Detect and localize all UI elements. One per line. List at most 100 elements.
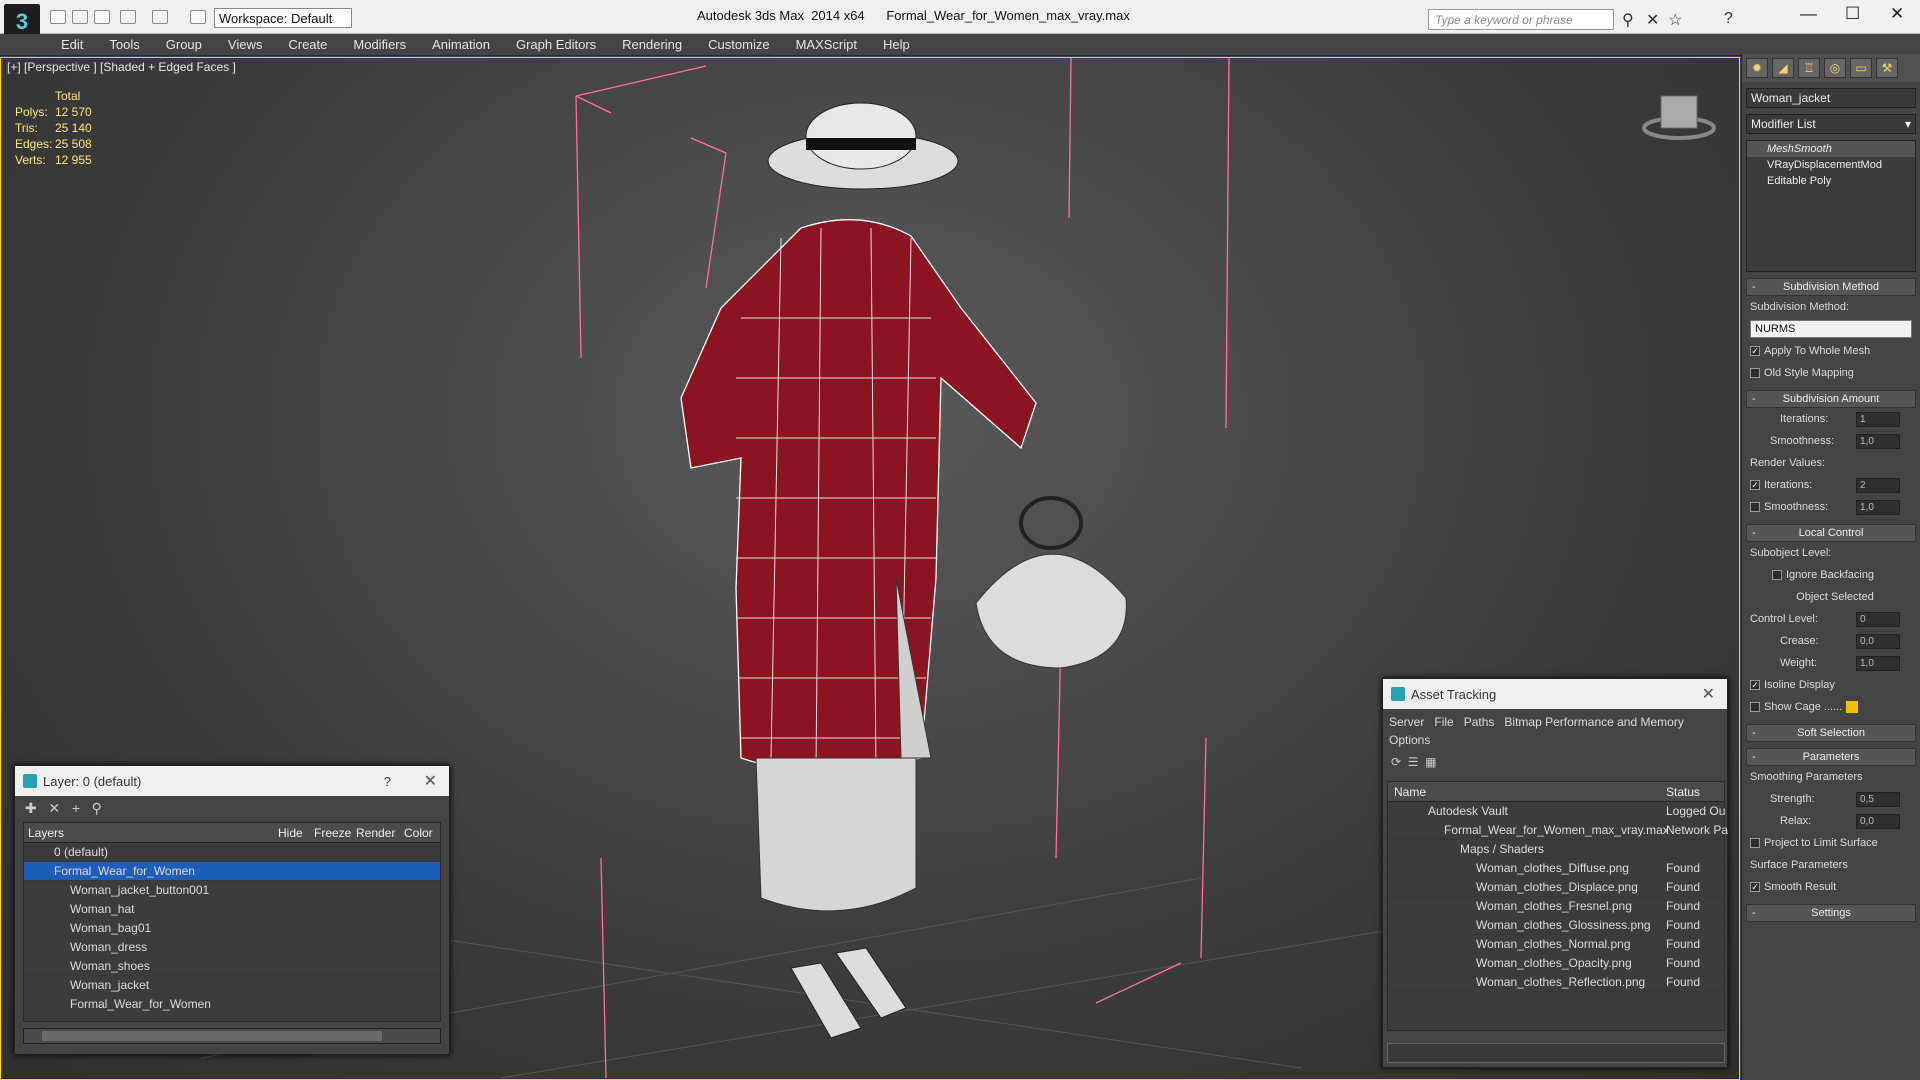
menu-group[interactable]: Group bbox=[153, 37, 215, 52]
delete-layer-icon[interactable]: ✕ bbox=[48, 800, 60, 816]
project-folder-icon[interactable] bbox=[190, 10, 206, 24]
asset-path-field[interactable] bbox=[1387, 1043, 1725, 1063]
layer-row[interactable]: 0 (default) bbox=[24, 843, 440, 862]
iterations-spinner[interactable]: 1 bbox=[1856, 412, 1900, 427]
redo-icon[interactable] bbox=[152, 10, 168, 24]
show-cage-checkbox[interactable]: Show Cage ...... bbox=[1742, 696, 1920, 718]
menu-tools[interactable]: Tools bbox=[96, 37, 152, 52]
menu-paths[interactable]: Paths bbox=[1464, 715, 1495, 729]
menu-modifiers[interactable]: Modifiers bbox=[340, 37, 419, 52]
rollout-local-control[interactable]: Local Control bbox=[1746, 524, 1916, 542]
render-smoothness-row[interactable]: Smoothness: 1,0 bbox=[1742, 496, 1920, 518]
close-button[interactable]: ✕ bbox=[1890, 4, 1904, 24]
layer-row[interactable]: Woman_dress bbox=[24, 938, 440, 957]
asset-row[interactable]: Woman_clothes_Opacity.png Found bbox=[1388, 954, 1724, 973]
help-icon[interactable]: ? bbox=[1724, 10, 1733, 28]
list-view-icon[interactable]: ☰ bbox=[1408, 755, 1419, 769]
menu-customize[interactable]: Customize bbox=[695, 37, 782, 52]
apply-whole-mesh-checkbox[interactable]: ✓ Apply To Whole Mesh bbox=[1742, 340, 1920, 362]
rollout-subdivision-method[interactable]: Subdivision Method bbox=[1746, 278, 1916, 296]
open-file-icon[interactable] bbox=[72, 10, 88, 24]
display-tab-icon[interactable]: ▭ bbox=[1850, 58, 1872, 78]
layer-row[interactable]: Woman_bag01 bbox=[24, 919, 440, 938]
control-level-row: Control Level: 0 bbox=[1742, 608, 1920, 630]
asset-row[interactable]: Woman_clothes_Fresnel.png Found bbox=[1388, 897, 1724, 916]
render-iterations-row[interactable]: ✓ Iterations: 2 bbox=[1742, 474, 1920, 496]
create-tab-icon[interactable]: ✹ bbox=[1746, 58, 1768, 78]
workspace-dropdown[interactable]: Workspace: Default bbox=[214, 8, 352, 28]
asset-row[interactable]: Woman_clothes_Diffuse.png Found bbox=[1388, 859, 1724, 878]
utilities-tab-icon[interactable]: ⚒ bbox=[1876, 58, 1898, 78]
select-objects-icon[interactable]: ⚲ bbox=[92, 800, 102, 816]
title-bar: 3 Workspace: Default Autodesk 3ds Max 20… bbox=[0, 0, 1920, 40]
old-style-mapping-checkbox[interactable]: Old Style Mapping bbox=[1742, 362, 1920, 384]
close-icon[interactable]: ✕ bbox=[1702, 684, 1715, 704]
control-level-spinner[interactable]: 0 bbox=[1856, 612, 1900, 627]
undo-icon[interactable] bbox=[120, 10, 136, 24]
favorites-star-icon[interactable]: ☆ bbox=[1668, 10, 1682, 30]
layer-row[interactable]: Woman_shoes bbox=[24, 957, 440, 976]
add-to-layer-icon[interactable]: + bbox=[72, 800, 80, 816]
maximize-button[interactable]: ☐ bbox=[1845, 4, 1860, 24]
project-limit-checkbox[interactable]: Project to Limit Surface bbox=[1742, 832, 1920, 854]
layer-scrollbar[interactable] bbox=[23, 1028, 441, 1044]
rollout-soft-selection[interactable]: Soft Selection bbox=[1746, 724, 1916, 742]
menu-animation[interactable]: Animation bbox=[419, 37, 503, 52]
menu-graph-editors[interactable]: Graph Editors bbox=[503, 37, 609, 52]
hat-model bbox=[767, 102, 959, 190]
asset-row[interactable]: Maps / Shaders bbox=[1388, 840, 1724, 859]
new-file-icon[interactable] bbox=[50, 10, 66, 24]
layer-row-selected[interactable]: Formal_Wear_for_Women bbox=[24, 862, 440, 881]
app-title: Autodesk 3ds Max 2014 x64 bbox=[697, 8, 865, 23]
save-file-icon[interactable] bbox=[94, 10, 110, 24]
menu-maxscript[interactable]: MAXScript bbox=[783, 37, 870, 52]
binoculars-icon[interactable]: ⚲ bbox=[1622, 10, 1634, 30]
refresh-icon[interactable]: ⟳ bbox=[1391, 755, 1401, 769]
stack-item-vraydisplacement[interactable]: VRayDisplacementMod bbox=[1747, 157, 1915, 173]
stack-item-editable-poly[interactable]: Editable Poly bbox=[1747, 173, 1915, 189]
stack-item-meshsmooth[interactable]: MeshSmooth bbox=[1747, 141, 1915, 157]
layer-row[interactable]: Woman_hat bbox=[24, 900, 440, 919]
menu-file[interactable]: File bbox=[1434, 715, 1453, 729]
hierarchy-tab-icon[interactable]: ♖ bbox=[1798, 58, 1820, 78]
ignore-backfacing-checkbox[interactable]: Ignore Backfacing bbox=[1742, 564, 1920, 586]
help-icon[interactable]: ? bbox=[384, 774, 391, 789]
exchange-icon[interactable]: ✕ bbox=[1646, 10, 1659, 30]
asset-row[interactable]: Woman_clothes_Normal.png Found bbox=[1388, 935, 1724, 954]
menu-bitmap-performance[interactable]: Bitmap Performance and Memory bbox=[1504, 715, 1683, 729]
asset-row[interactable]: Woman_clothes_Reflection.png Found bbox=[1388, 973, 1724, 992]
subdivision-method-dropdown[interactable]: NURMS bbox=[1750, 320, 1912, 338]
menu-server[interactable]: Server bbox=[1389, 715, 1424, 729]
motion-tab-icon[interactable]: ◎ bbox=[1824, 58, 1846, 78]
close-icon[interactable]: ✕ bbox=[424, 771, 437, 791]
isoline-checkbox[interactable]: ✓ Isoline Display bbox=[1742, 674, 1920, 696]
modify-tab-icon[interactable]: ◢ bbox=[1772, 58, 1794, 78]
modifier-list-dropdown[interactable]: Modifier List ▾ bbox=[1746, 114, 1916, 134]
asset-row[interactable]: Autodesk Vault Logged Ou bbox=[1388, 802, 1725, 821]
smoothness-spinner[interactable]: 1,0 bbox=[1856, 434, 1900, 449]
modifier-stack[interactable]: MeshSmooth VRayDisplacementMod Editable … bbox=[1746, 140, 1916, 272]
object-name-field[interactable]: Woman_jacket bbox=[1746, 88, 1916, 108]
table-view-icon[interactable]: ▦ bbox=[1425, 755, 1436, 769]
rollout-subdivision-amount[interactable]: Subdivision Amount bbox=[1746, 390, 1916, 408]
menu-create[interactable]: Create bbox=[275, 37, 340, 52]
smooth-result-checkbox[interactable]: ✓ Smooth Result bbox=[1742, 876, 1920, 898]
menu-help[interactable]: Help bbox=[870, 37, 923, 52]
rollout-settings[interactable]: Settings bbox=[1746, 904, 1916, 922]
cage-color-swatch[interactable] bbox=[1846, 701, 1859, 714]
layer-row[interactable]: Formal_Wear_for_Women bbox=[24, 995, 440, 1014]
layer-row[interactable]: Woman_jacket bbox=[24, 976, 440, 995]
new-layer-icon[interactable]: ✚ bbox=[25, 800, 37, 816]
smoothing-params-label: Smoothing Parameters bbox=[1750, 771, 1863, 783]
menu-views[interactable]: Views bbox=[215, 37, 275, 52]
rollout-parameters[interactable]: Parameters bbox=[1746, 748, 1916, 766]
menu-rendering[interactable]: Rendering bbox=[609, 37, 695, 52]
menu-options[interactable]: Options bbox=[1389, 733, 1430, 747]
search-input[interactable]: Type a keyword or phrase bbox=[1428, 9, 1614, 30]
minimize-button[interactable]: — bbox=[1800, 4, 1817, 24]
layer-row[interactable]: Woman_jacket_button001 bbox=[24, 881, 440, 900]
menu-edit[interactable]: Edit bbox=[48, 37, 96, 52]
asset-row[interactable]: Formal_Wear_for_Women_max_vray.max Networ… bbox=[1388, 821, 1728, 840]
asset-row[interactable]: Woman_clothes_Displace.png Found bbox=[1388, 878, 1724, 897]
asset-row[interactable]: Woman_clothes_Glossiness.png Found bbox=[1388, 916, 1724, 935]
